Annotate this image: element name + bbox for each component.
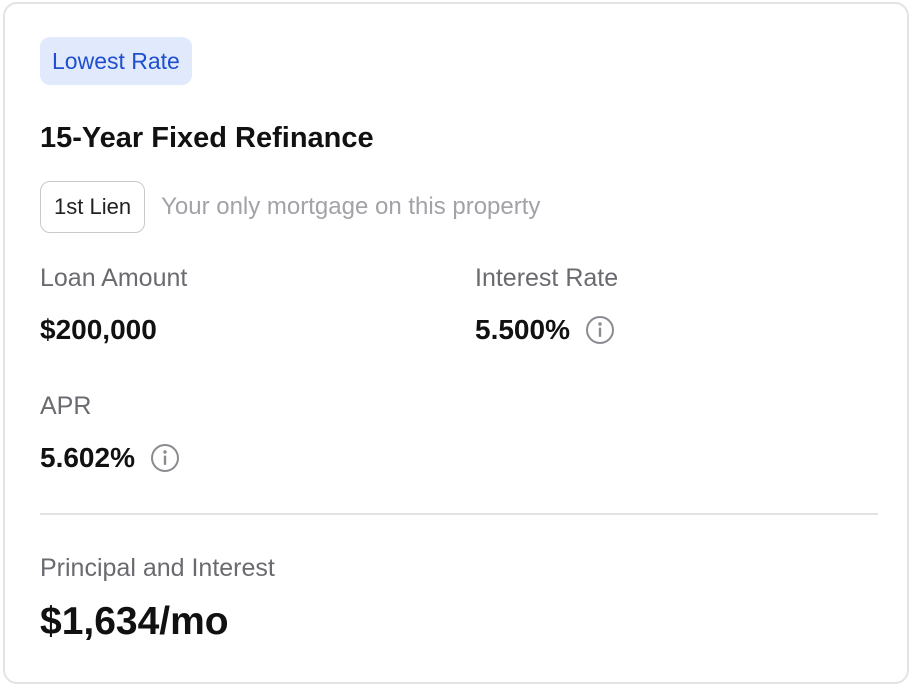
monthly-payment-value: $1,634/mo [40,600,229,643]
interest-rate-value: 5.500% [475,310,615,350]
info-circle-icon[interactable] [585,315,615,345]
interest-rate-label: Interest Rate [475,264,619,292]
interest-rate-text: 5.500% [475,314,570,345]
apr-text: 5.602% [40,442,135,473]
principal-interest-label: Principal and Interest [40,554,275,582]
lien-chip: 1st Lien [40,181,146,233]
apr-value: 5.602% [40,438,180,478]
info-circle-icon[interactable] [150,443,180,473]
loan-amount-label: Loan Amount [40,264,188,292]
lien-row: 1st Lien Your only mortgage on this prop… [40,181,540,233]
mortgage-offer-card[interactable]: Lowest Rate 15-Year Fixed Refinance 1st … [3,2,909,684]
offer-title: 15-Year Fixed Refinance [40,122,374,154]
loan-amount-value: $200,000 [40,310,157,350]
lowest-rate-badge: Lowest Rate [40,37,192,85]
apr-label: APR [40,392,92,420]
loan-amount-text: $200,000 [40,314,157,345]
divider [40,513,878,515]
lien-description: Your only mortgage on this property [161,193,541,220]
